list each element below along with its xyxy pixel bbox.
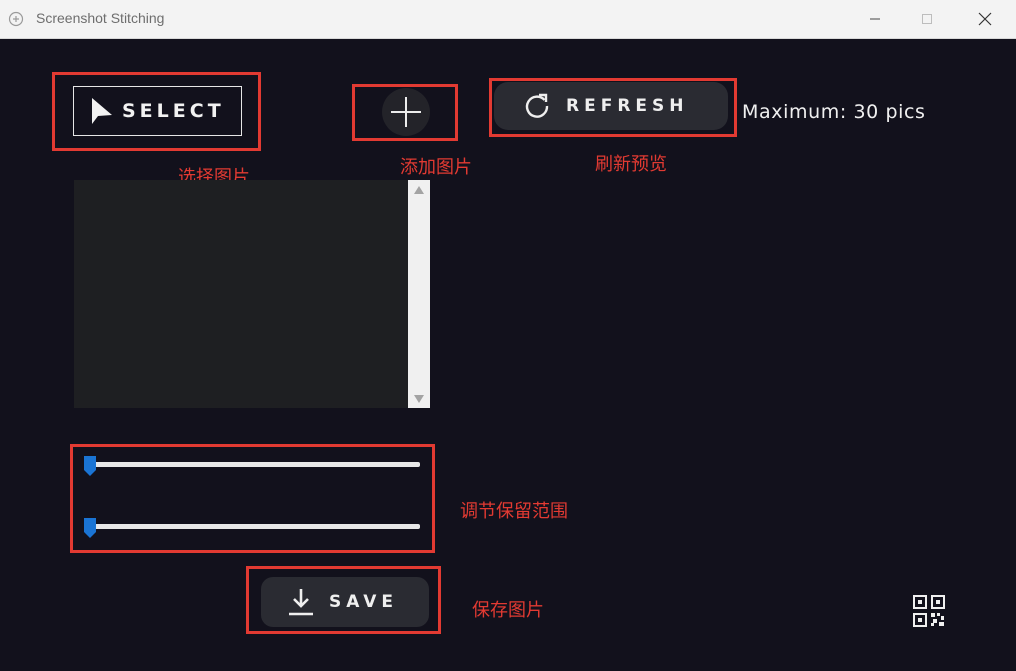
bottom-range-slider[interactable]	[90, 524, 420, 529]
refresh-icon	[525, 93, 549, 118]
select-label: SELECT	[122, 100, 225, 122]
add-annotation: 添加图片	[400, 157, 472, 178]
top-slider-thumb[interactable]	[83, 455, 97, 477]
minimize-button[interactable]	[852, 0, 898, 38]
download-icon	[289, 589, 313, 616]
image-list[interactable]	[74, 180, 408, 408]
maximize-button[interactable]	[904, 0, 950, 38]
save-label: SAVE	[329, 592, 399, 612]
add-button[interactable]	[382, 88, 430, 136]
sliders-highlight	[70, 444, 435, 553]
list-scrollbar[interactable]	[408, 180, 430, 408]
plus-icon	[391, 97, 421, 127]
cursor-arrow-icon	[92, 98, 112, 124]
maximize-icon	[922, 14, 932, 24]
maximum-label: Maximum: 30 pics	[742, 101, 926, 123]
title-bar: Screenshot Stitching	[0, 0, 1016, 39]
top-range-slider[interactable]	[90, 462, 420, 467]
refresh-label: REFRESH	[566, 96, 689, 116]
scroll-up-arrow-icon[interactable]	[414, 186, 424, 194]
refresh-annotation: 刷新预览	[595, 154, 667, 175]
qr-code-icon[interactable]	[913, 595, 945, 627]
app-icon	[8, 11, 24, 27]
select-button[interactable]: SELECT	[73, 86, 242, 136]
window-title: Screenshot Stitching	[36, 10, 165, 26]
save-button[interactable]: SAVE	[261, 577, 429, 627]
bottom-slider-thumb[interactable]	[83, 517, 97, 539]
refresh-button[interactable]: REFRESH	[494, 82, 728, 130]
save-annotation: 保存图片	[472, 600, 544, 621]
app-window: Screenshot Stitching SELECT 选择图片 添加图片 RE…	[0, 0, 1016, 671]
sliders-annotation: 调节保留范围	[460, 501, 568, 522]
close-button[interactable]	[962, 0, 1008, 38]
minimize-icon	[870, 18, 880, 20]
close-icon	[978, 12, 992, 26]
scroll-down-arrow-icon[interactable]	[414, 395, 424, 403]
